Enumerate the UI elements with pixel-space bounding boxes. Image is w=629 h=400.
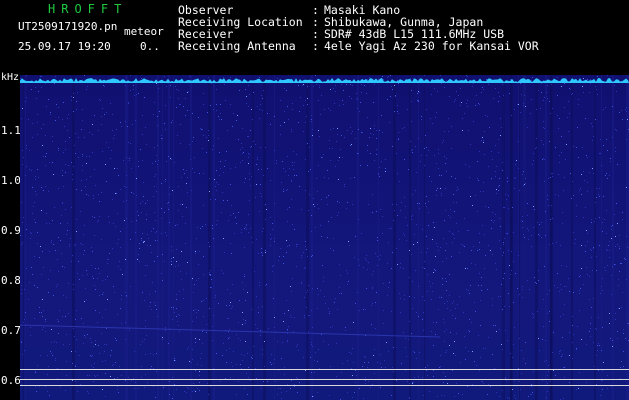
y-tick-2: 1.0 (1, 174, 21, 187)
mode-label: meteor (124, 25, 164, 38)
frequency-unit: kHz (1, 72, 20, 83)
info-row-antenna: Receiving Antenna:4ele Yagi Az 230 for K… (178, 39, 539, 53)
y-tick-1: 1.1 (1, 124, 21, 137)
station-info: Observer: Masaki Kano Receiving Location:… (178, 4, 539, 52)
file-name: UT2509171920.pn (18, 20, 118, 33)
spectrum-trace (20, 78, 629, 83)
waterfall-spectrogram[interactable] (20, 75, 629, 400)
marker-line-middle (20, 379, 629, 380)
y-tick-6: 0.6 (1, 374, 21, 387)
marker-line-lower (20, 385, 629, 386)
app-brand: HROFFT (48, 2, 128, 16)
timestamp: 25.09.17 19:20 (18, 40, 111, 53)
noise-layer (20, 75, 629, 400)
seconds-label: 0.. (140, 40, 160, 53)
y-tick-5: 0.7 (1, 324, 21, 337)
y-tick-4: 0.8 (1, 274, 21, 287)
y-tick-3: 0.9 (1, 224, 21, 237)
marker-line-upper (20, 369, 629, 370)
header-panel: HROFFT UT2509171920.pn meteor 25.09.17 1… (0, 0, 629, 74)
